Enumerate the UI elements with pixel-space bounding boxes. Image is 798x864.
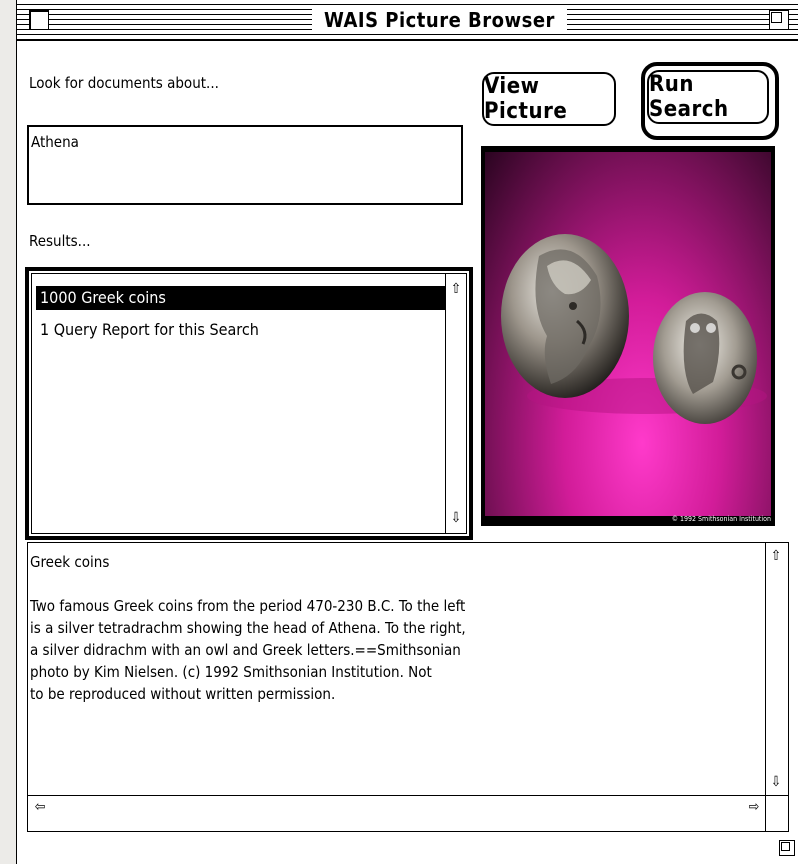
- list-item-label: 1000 Greek coins: [40, 288, 166, 307]
- picture-credit: © 1992 Smithsonian Institution: [671, 515, 771, 523]
- arrow-up-icon[interactable]: ⇧: [766, 545, 786, 567]
- grow-box-icon[interactable]: [779, 840, 795, 856]
- list-item[interactable]: 1 Query Report for this Search: [36, 318, 446, 342]
- description-body: Two famous Greek coins from the period 4…: [30, 597, 466, 703]
- description-panel[interactable]: Greek coins Two famous Greek coins from …: [27, 542, 789, 832]
- view-picture-button[interactable]: View Picture: [482, 72, 616, 126]
- zoom-box-icon[interactable]: [769, 10, 789, 30]
- description-vscrollbar[interactable]: ⇧ ⇩: [765, 543, 788, 795]
- arrow-up-icon[interactable]: ⇧: [446, 278, 466, 300]
- coin-picture: © 1992 Smithsonian Institution: [481, 146, 775, 526]
- arrow-down-icon[interactable]: ⇩: [766, 771, 786, 793]
- results-list[interactable]: 1000 Greek coins 1 Query Report for this…: [25, 267, 473, 540]
- window-title: WAIS Picture Browser: [312, 8, 567, 32]
- results-label: Results...: [29, 232, 91, 250]
- tetradrachm-coin: [501, 234, 629, 398]
- title-bar[interactable]: WAIS Picture Browser: [17, 0, 798, 41]
- didrachm-coin: [653, 292, 757, 424]
- close-box-icon[interactable]: [29, 10, 49, 30]
- list-item[interactable]: 1000 Greek coins: [36, 286, 446, 310]
- desktop-margin: [0, 0, 16, 864]
- wais-window: WAIS Picture Browser Look for documents …: [16, 0, 798, 864]
- description-hscrollbar[interactable]: ⇦ ⇨: [28, 795, 766, 818]
- description-text: Greek coins Two famous Greek coins from …: [30, 551, 750, 705]
- list-item-label: 1 Query Report for this Search: [40, 320, 259, 339]
- arrow-right-icon[interactable]: ⇨: [744, 796, 764, 818]
- query-input[interactable]: Athena: [27, 125, 463, 205]
- run-search-button[interactable]: Run Search: [647, 70, 769, 124]
- query-label: Look for documents about...: [29, 74, 219, 92]
- results-list-inner: 1000 Greek coins 1 Query Report for this…: [31, 273, 467, 534]
- coins-image: [501, 234, 767, 424]
- results-scrollbar[interactable]: ⇧ ⇩: [445, 274, 466, 533]
- scrollbar-corner: [765, 795, 788, 832]
- arrow-left-icon[interactable]: ⇦: [30, 796, 50, 818]
- query-value: Athena: [31, 133, 79, 151]
- description-title: Greek coins: [30, 553, 110, 571]
- arrow-down-icon[interactable]: ⇩: [446, 507, 466, 529]
